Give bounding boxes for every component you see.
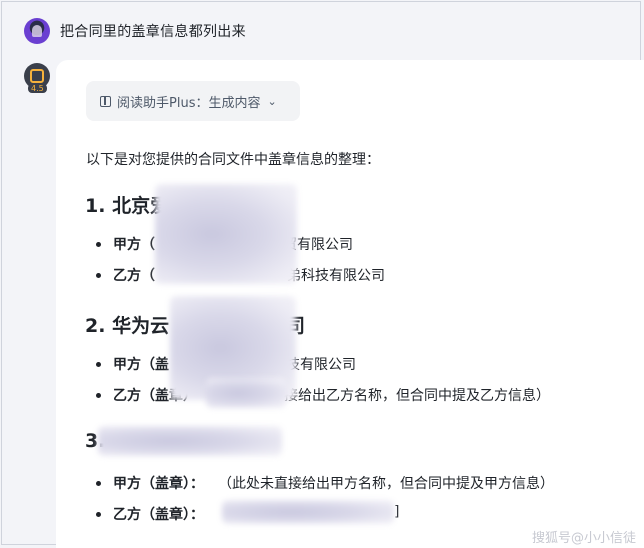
party-value: （此处未直接给出甲方名称，但合同中提及甲方信息） [218, 476, 554, 492]
watermark: 搜狐号@小小信徒 [531, 531, 636, 546]
list-item: 乙方（盖章）： [96, 504, 204, 524]
list-item: 甲方（ [96, 234, 155, 254]
party-value: 技有限公司 [286, 357, 356, 373]
user-message: 把合同里的盖章信息都列出来 [24, 18, 246, 44]
bullet-dot [96, 272, 101, 278]
avatar [24, 18, 50, 44]
party-value: 弟科技有限公司 [287, 268, 385, 284]
section-heading-2: 2. 华为云 [85, 311, 169, 338]
list-item: 乙方（ [96, 265, 155, 285]
user-message-text: 把合同里的盖章信息都列出来 [60, 24, 246, 40]
redaction-blur [98, 426, 282, 456]
bot-logo-icon [30, 69, 44, 83]
response-intro: 以下是对您提供的合同文件中盖章信息的整理： [86, 152, 380, 168]
party-label: 乙方（ [113, 268, 155, 284]
bot-response-card: 阅读助手Plus：生成内容 ⌄ 以下是对您提供的合同文件中盖章信息的整理： 1.… [56, 60, 644, 548]
party-label: 乙方（盖章）： [113, 507, 204, 523]
party-label: 甲方（盖 [113, 357, 169, 373]
book-icon [100, 95, 111, 107]
reader-assistant-label: 阅读助手Plus：生成内容 [117, 95, 261, 111]
bullet-dot [96, 480, 101, 486]
list-item: 甲方（盖 [96, 354, 169, 374]
redaction-blur [222, 500, 394, 524]
section-number: 1. [85, 195, 106, 217]
bullet-dot [96, 241, 101, 247]
section-title: 华为云 [112, 315, 170, 337]
chevron-down-icon: ⌄ [267, 94, 277, 108]
party-value: 接给出乙方名称，但合同中提及乙方信息） [284, 388, 550, 404]
bullet-dot [96, 511, 101, 517]
party-value: ] [394, 504, 400, 520]
bullet-dot [96, 392, 101, 398]
reader-assistant-toggle[interactable]: 阅读助手Plus：生成内容 ⌄ [86, 81, 300, 121]
bullet-dot [96, 361, 101, 367]
party-label: 甲方（盖章）： [113, 476, 204, 492]
redaction-blur [155, 184, 297, 284]
bot-version-badge: 4.5 [28, 84, 47, 93]
section-number: 2. [85, 315, 106, 337]
list-item: 甲方（盖章）： [96, 473, 204, 493]
redaction-blur [206, 378, 286, 408]
party-label: 甲方（ [113, 237, 155, 253]
